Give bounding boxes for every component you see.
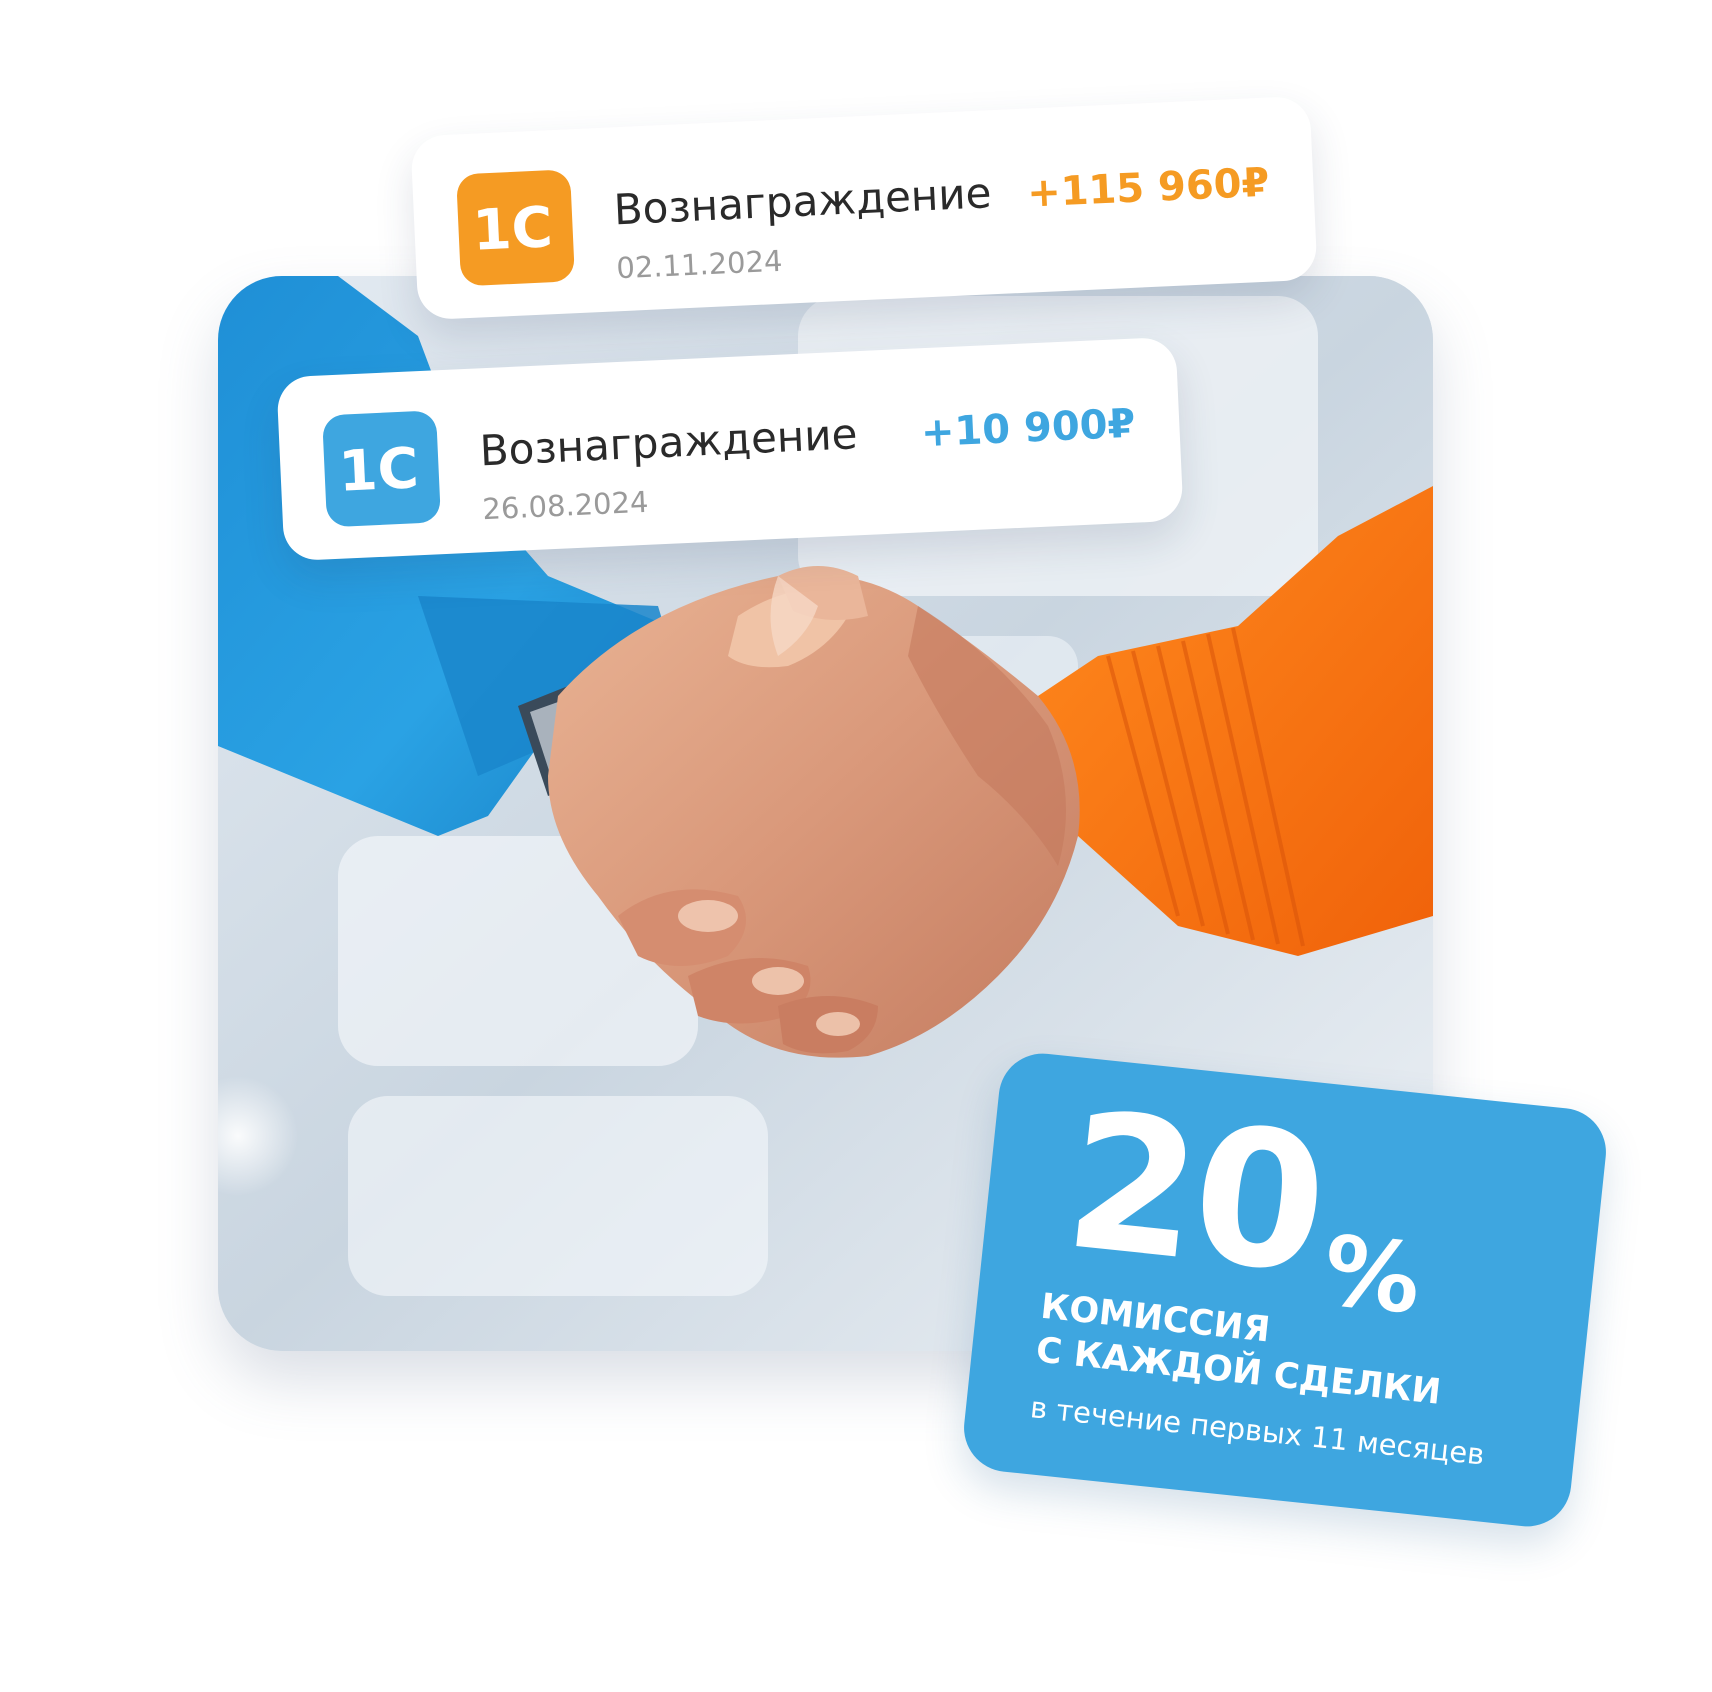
- 1c-logo-icon: 1С: [456, 169, 576, 287]
- transaction-title: Вознаграждение: [612, 168, 993, 235]
- transaction-date: 26.08.2024: [481, 484, 650, 527]
- transaction-date: 02.11.2024: [615, 243, 784, 286]
- commission-badge: 20 % комиссия с каждой сделки в течение …: [959, 1049, 1611, 1531]
- 1c-logo-text: 1С: [471, 195, 554, 262]
- transaction-amount: +115 960₽: [1026, 159, 1271, 217]
- 1c-logo-text: 1С: [337, 436, 420, 503]
- commission-percent-sign: %: [1318, 1214, 1426, 1336]
- 1c-logo-icon: 1С: [322, 410, 442, 528]
- transaction-title: Вознаграждение: [478, 409, 859, 476]
- transaction-amount: +10 900₽: [920, 400, 1137, 457]
- commission-percent-number: 20: [1056, 1071, 1332, 1316]
